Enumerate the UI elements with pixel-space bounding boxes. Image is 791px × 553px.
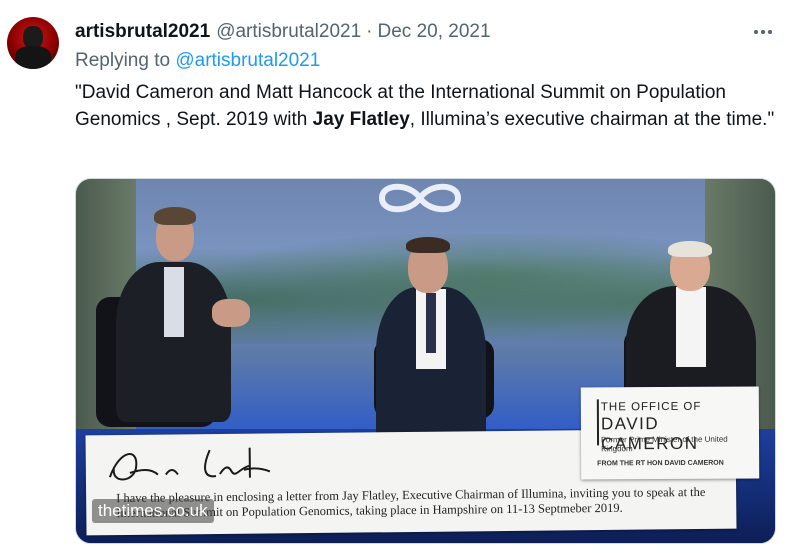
card-office-label: THE OFFICE OF — [600, 400, 702, 414]
card-title: Former Prime Minister of the United King… — [601, 434, 728, 454]
separator-dot: · — [366, 21, 373, 42]
handwritten-signature-icon — [108, 447, 271, 481]
avatar[interactable] — [7, 17, 59, 69]
card-from-line: FROM THE RT HON DAVID CAMERON — [597, 459, 724, 468]
tweet-header: artisbrutal2021 @artisbrutal2021 · Dec 2… — [75, 20, 491, 44]
more-horizontal-icon[interactable] — [748, 18, 778, 46]
tweet-text: "David Cameron and Matt Hancock at the I… — [75, 79, 775, 133]
speaker-middle-tie — [426, 293, 436, 353]
avatar-figure-body — [15, 46, 51, 69]
speaker-left-hands — [212, 299, 250, 327]
card-divider — [596, 399, 600, 446]
avatar-figure-head — [23, 26, 43, 48]
user-handle[interactable]: @artisbrutal2021 — [216, 21, 361, 43]
more-dot — [768, 30, 772, 34]
office-card-overlay: THE OFFICE OF DAVID CAMERON Former Prime… — [580, 386, 760, 480]
speaker-left-hair — [154, 207, 196, 225]
tweet-text-bold-name: Jay Flatley — [312, 109, 410, 130]
speaker-right-hair — [668, 241, 712, 257]
speaker-right-shirt — [676, 287, 706, 367]
speaker-left-shirt — [164, 267, 184, 337]
more-dot — [761, 30, 765, 34]
tweet-text-part2: , Illumina’s executive chairman at the t… — [409, 109, 775, 130]
source-watermark: thetimes.co.uk — [92, 499, 214, 523]
reply-prefix: Replying to — [75, 50, 171, 71]
reply-to-handle-link[interactable]: @artisbrutal2021 — [175, 50, 320, 71]
tweet-media-image[interactable]: I have the pleasure in enclosing a lette… — [75, 178, 776, 544]
replying-to: Replying to @artisbrutal2021 — [75, 50, 320, 72]
speaker-middle-hair — [406, 237, 450, 253]
display-name[interactable]: artisbrutal2021 — [75, 21, 210, 43]
more-dot — [754, 30, 758, 34]
infinity-logo-icon — [378, 183, 462, 213]
tweet-date[interactable]: Dec 20, 2021 — [378, 21, 491, 43]
